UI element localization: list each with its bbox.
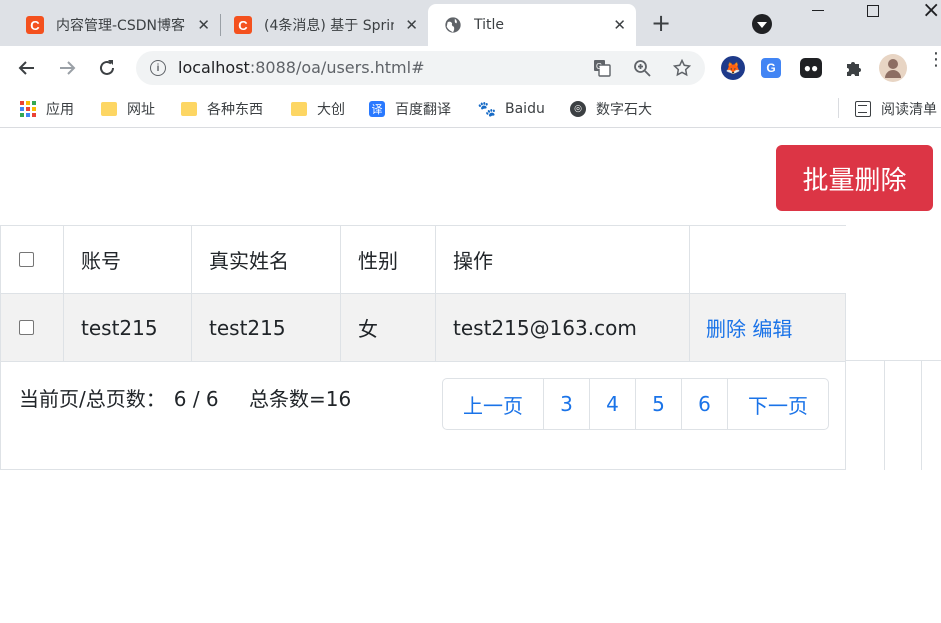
- translate-app-icon: 译: [369, 101, 385, 117]
- tampermonkey-icon[interactable]: ●●: [800, 58, 822, 78]
- tab-title: (4条消息) 基于 Spring: [264, 18, 394, 34]
- csdn-icon: C: [234, 16, 252, 34]
- page-count-label: 当前页/总页数： 6 / 6: [19, 387, 219, 411]
- header-cell-gender: 性别: [340, 225, 436, 294]
- bookmark-folder-urls[interactable]: 网址: [101, 99, 155, 119]
- more-menu-icon[interactable]: ⋮: [927, 51, 941, 69]
- tab-divider: [220, 14, 221, 36]
- bookmark-baidu[interactable]: 🐾 Baidu: [477, 99, 545, 119]
- reading-list-label: 阅读清单: [881, 102, 937, 118]
- pagination: 上一页 3 4 5 6 下一页: [442, 378, 829, 430]
- pager-row: 当前页/总页数： 6 / 6 总条数=16 上一页 3 4 5 6 下一页: [0, 361, 846, 470]
- bookmark-label: 网址: [127, 102, 155, 118]
- bookmark-label: Baidu: [505, 101, 545, 117]
- bookmark-label: 数字石大: [596, 102, 652, 118]
- svg-text:G: G: [596, 62, 602, 71]
- profile-avatar-icon[interactable]: [879, 54, 907, 82]
- csdn-icon: C: [26, 16, 44, 34]
- row-cell-gender: 女: [340, 293, 436, 362]
- header-cell-account: 账号: [63, 225, 192, 294]
- delete-link[interactable]: 删除: [706, 317, 746, 341]
- folder-icon: [101, 102, 117, 116]
- table-header-row: 账号 真实姓名 性别 操作: [0, 225, 846, 294]
- address-bar[interactable]: i localhost:8088/oa/users.html# G: [136, 51, 705, 85]
- folder-icon: [181, 102, 197, 116]
- translate-icon[interactable]: G: [593, 59, 611, 77]
- close-icon[interactable]: ✕: [197, 17, 210, 33]
- row-cell-email: test215@163.com: [435, 293, 690, 362]
- row-checkbox[interactable]: [19, 319, 34, 335]
- batch-delete-button[interactable]: 批量删除: [776, 145, 933, 211]
- bookmark-folder-dachuang[interactable]: 大创: [291, 99, 345, 119]
- new-tab-button[interactable]: +: [651, 11, 671, 35]
- bookmark-label: 应用: [46, 102, 74, 118]
- tab-title-active[interactable]: Title ✕: [428, 4, 636, 46]
- bookmark-label: 百度翻译: [395, 102, 451, 118]
- table-border: [884, 361, 885, 470]
- reload-icon[interactable]: [93, 54, 121, 82]
- header-cell-empty: [689, 225, 846, 294]
- row-cell-select: [0, 293, 64, 362]
- next-page-button[interactable]: 下一页: [727, 379, 828, 429]
- tab-title: Title: [474, 17, 505, 33]
- baidu-paw-icon: 🐾: [477, 100, 497, 118]
- row-cell-account: test215: [63, 293, 192, 362]
- browser-toolbar: i localhost:8088/oa/users.html# G 🦊 G ●●…: [0, 46, 941, 90]
- table-row: test215 test215 女 test215@163.com 删除 编辑: [0, 293, 846, 362]
- close-icon[interactable]: ✕: [613, 17, 626, 33]
- forward-icon[interactable]: [53, 54, 81, 82]
- bookmark-label: 大创: [317, 102, 345, 118]
- table-border: [921, 361, 922, 470]
- prev-page-button[interactable]: 上一页: [443, 379, 543, 429]
- tab-csdn-messages[interactable]: C (4条消息) 基于 Spring ✕: [222, 4, 428, 46]
- edit-link[interactable]: 编辑: [752, 317, 792, 341]
- reading-list-button[interactable]: 阅读清单: [855, 99, 937, 119]
- tab-strip: C 内容管理-CSDN博客 ✕ C (4条消息) 基于 Spring ✕ Tit…: [0, 0, 941, 46]
- page-content: 批量删除 账号 真实姓名 性别 操作 test215 test215 女 tes…: [0, 129, 941, 623]
- google-translate-extension-icon[interactable]: G: [761, 58, 781, 78]
- university-logo-icon: ◎: [570, 101, 586, 117]
- row-cell-links: 删除 编辑: [689, 293, 846, 362]
- tab-title: 内容管理-CSDN博客: [56, 18, 185, 34]
- minimize-icon[interactable]: [812, 10, 824, 11]
- tab-csdn-content[interactable]: C 内容管理-CSDN博客 ✕: [18, 4, 220, 46]
- page-6-button[interactable]: 6: [681, 379, 727, 429]
- tab-search-icon[interactable]: [752, 14, 772, 34]
- maximize-icon[interactable]: [867, 5, 879, 17]
- select-all-checkbox[interactable]: [19, 251, 34, 267]
- page-info: 当前页/总页数： 6 / 6 总条数=16: [19, 383, 375, 412]
- extensions-puzzle-icon[interactable]: [842, 56, 866, 80]
- header-cell-actions: 操作: [435, 225, 690, 294]
- globe-icon: [445, 17, 461, 33]
- info-icon[interactable]: i: [150, 60, 166, 76]
- total-count-label: 总条数=16: [249, 387, 352, 411]
- header-cell-select: [0, 225, 64, 294]
- bookmark-digital-upc[interactable]: ◎ 数字石大: [570, 99, 652, 119]
- star-icon[interactable]: [673, 59, 691, 77]
- folder-icon: [291, 102, 307, 116]
- row-cell-real-name: test215: [191, 293, 341, 362]
- header-cell-real-name: 真实姓名: [191, 225, 341, 294]
- fox-extension-icon[interactable]: 🦊: [721, 56, 745, 80]
- bookmark-divider: [838, 98, 839, 118]
- bookmark-baidu-fanyi[interactable]: 译 百度翻译: [369, 99, 451, 119]
- url-text[interactable]: localhost:8088/oa/users.html#: [178, 58, 424, 77]
- bookmarks-bar: 应用 网址 各种东西 大创 译 百度翻译 🐾 Baidu ◎ 数字石大 阅读清单: [0, 90, 941, 128]
- back-icon[interactable]: [13, 54, 41, 82]
- window-close-icon[interactable]: ×: [922, 0, 940, 23]
- close-icon[interactable]: ✕: [405, 17, 418, 33]
- table-border: [846, 360, 941, 361]
- reading-list-icon: [855, 101, 871, 117]
- page-5-button[interactable]: 5: [635, 379, 681, 429]
- page-3-button[interactable]: 3: [543, 379, 589, 429]
- page-4-button[interactable]: 4: [589, 379, 635, 429]
- bookmark-label: 各种东西: [207, 102, 263, 118]
- bookmark-folder-misc[interactable]: 各种东西: [181, 99, 263, 119]
- apps-grid-icon: [20, 101, 36, 117]
- zoom-icon[interactable]: [633, 59, 651, 77]
- users-table: 账号 真实姓名 性别 操作 test215 test215 女 test215@…: [0, 225, 846, 362]
- bookmark-apps[interactable]: 应用: [20, 99, 74, 119]
